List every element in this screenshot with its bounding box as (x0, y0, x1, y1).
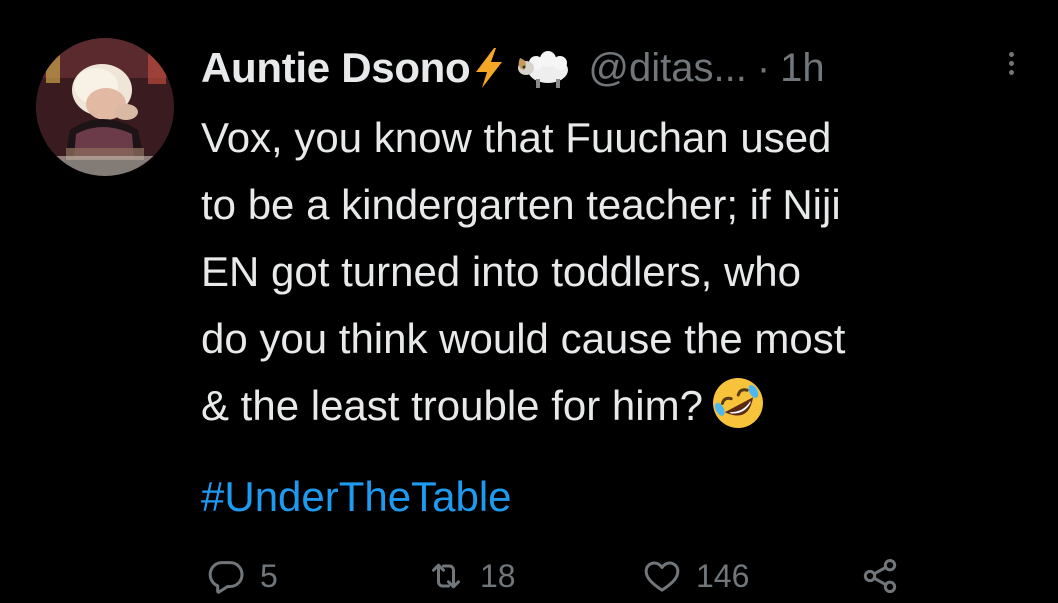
retweet-button[interactable]: 18 (426, 553, 516, 599)
like-button[interactable]: 146 (642, 553, 749, 599)
display-name[interactable]: Auntie Dsono (201, 44, 471, 92)
share-icon (863, 559, 897, 593)
more-options-icon[interactable] (999, 48, 1023, 88)
lightning-bolt-emoji (472, 46, 506, 90)
tweet[interactable]: Auntie Dsono @ditas... · 1h Vox, you kno… (0, 0, 1058, 603)
rolling-on-the-floor-laughing-emoji (709, 374, 767, 432)
tweet-actions: 5 18 146 (0, 553, 1058, 603)
retweet-icon (432, 563, 460, 589)
avatar[interactable] (36, 38, 174, 176)
share-button[interactable] (860, 553, 900, 599)
tweet-text-line: EN got turned into toddlers, who (201, 248, 802, 295)
tweet-text-line-last: & the least trouble for him? (201, 372, 1051, 439)
ram-emoji (514, 46, 574, 90)
reply-button[interactable]: 5 (206, 553, 278, 599)
handle[interactable]: @ditas... (588, 46, 746, 91)
tweet-text-line: do you think would cause the most (201, 315, 846, 362)
tweet-text-line: to be a kindergarten teacher; if Niji (201, 181, 841, 228)
timestamp[interactable]: 1h (780, 46, 825, 91)
avatar-image (36, 38, 174, 176)
tweet-text: Vox, you know that Fuuchan used to be a … (201, 104, 1051, 439)
reply-bubble-icon (208, 561, 244, 594)
heart-icon (644, 561, 680, 592)
tweet-text-line: & the least trouble for him? (201, 382, 703, 429)
retweet-count: 18 (480, 557, 516, 594)
separator-dot: · (756, 45, 771, 90)
tweet-text-line: Vox, you know that Fuuchan used (201, 114, 832, 161)
hashtag-link[interactable]: #UnderTheTable (201, 463, 512, 530)
like-count: 146 (696, 557, 750, 594)
reply-count: 5 (260, 557, 278, 594)
tweet-header: Auntie Dsono @ditas... · 1h (201, 38, 1031, 98)
